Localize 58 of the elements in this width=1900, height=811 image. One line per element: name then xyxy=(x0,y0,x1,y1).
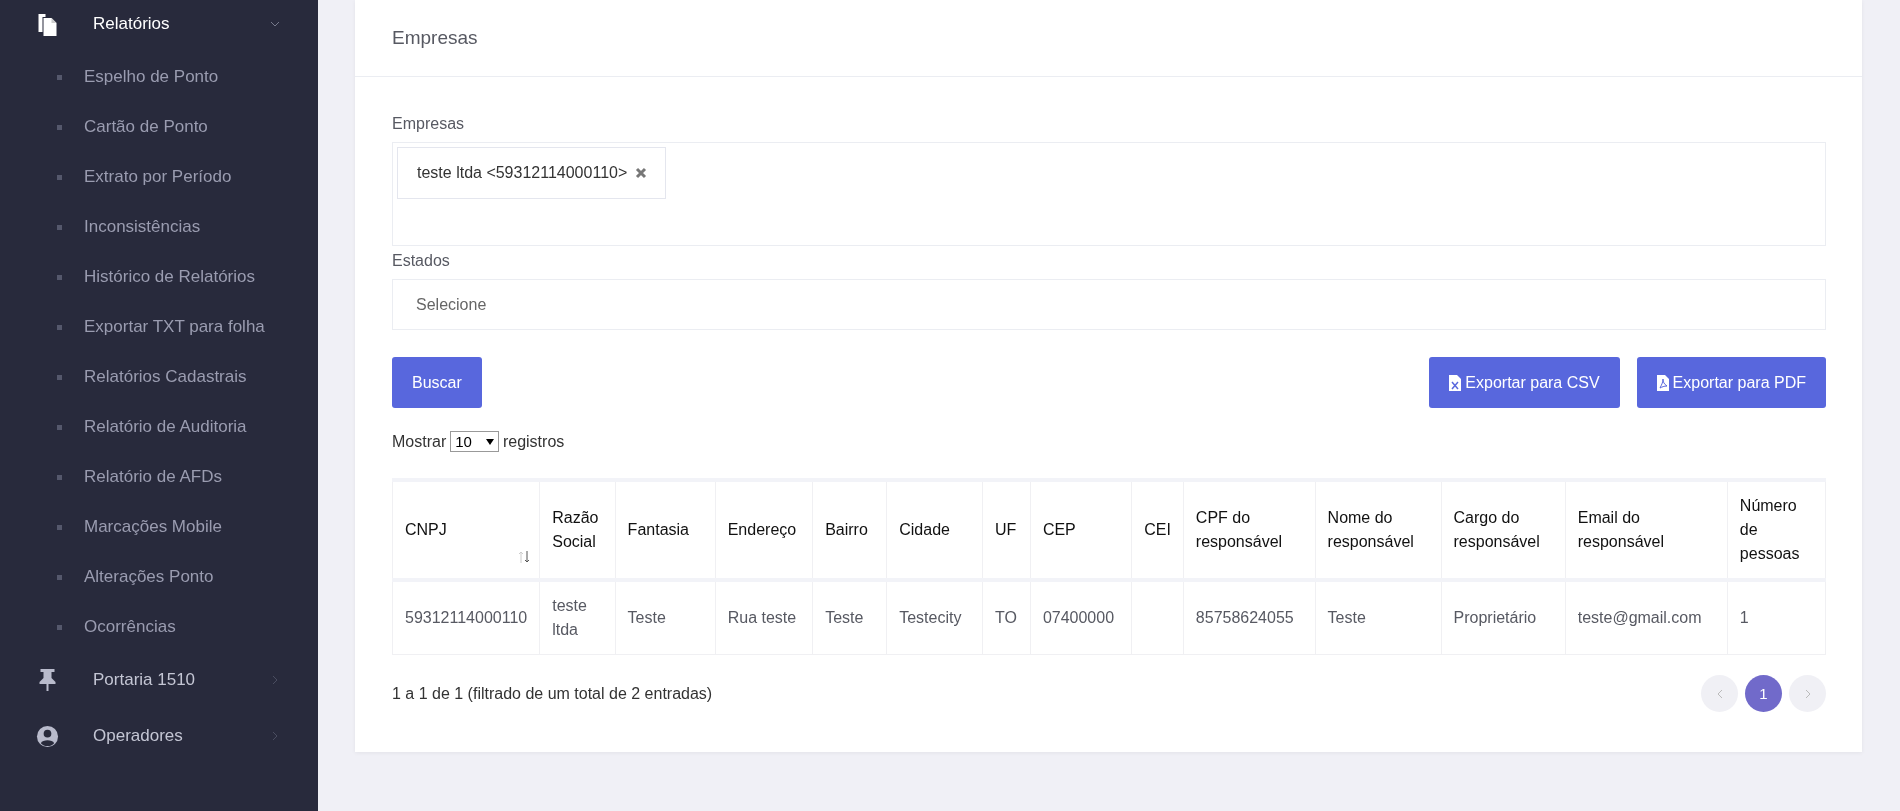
submenu-item[interactable]: Ocorrências xyxy=(0,602,318,652)
select-field[interactable]: Selecione xyxy=(392,279,1826,330)
records-label: registros xyxy=(502,432,565,451)
show-label: Mostrar xyxy=(392,432,447,451)
table-cell: 85758624055 xyxy=(1183,580,1316,655)
caret-down-icon xyxy=(485,438,494,445)
close-icon[interactable] xyxy=(635,167,648,179)
excel-file-icon xyxy=(1449,374,1462,391)
sidebar-item[interactable]: Operadores xyxy=(0,708,318,764)
table-cell: teste@gmail.com xyxy=(1565,580,1728,655)
table-cell: TO xyxy=(982,580,1031,655)
sidebar-item[interactable]: Relatórios xyxy=(0,6,318,42)
chevron-right-icon xyxy=(270,675,280,685)
page-button[interactable]: 1 xyxy=(1745,675,1782,712)
sidebar-label: Operadores xyxy=(93,726,184,746)
submenu-item[interactable]: Inconsistências xyxy=(0,202,318,252)
export-button[interactable]: Exportar para PDF xyxy=(1636,357,1826,408)
field-label: Empresas xyxy=(392,115,466,133)
table-cell: 1 xyxy=(1727,580,1826,655)
documents-icon xyxy=(36,12,59,36)
chevron-right-icon xyxy=(270,731,280,741)
chevron-right-icon xyxy=(1803,688,1812,699)
column-header[interactable]: CNPJ xyxy=(392,480,540,580)
table-info: 1 a 1 de 1 (filtrado de um total de 2 entradas) xyxy=(392,684,713,703)
sort-icon[interactable] xyxy=(517,550,532,564)
search-button[interactable]: Buscar xyxy=(392,357,482,408)
submenu-item[interactable]: Alterações Ponto xyxy=(0,552,318,602)
submenu-item[interactable]: Exportar TXT para folha xyxy=(0,302,318,352)
chevron-down-icon xyxy=(270,19,280,29)
table-cell: Teste xyxy=(1315,580,1441,655)
multi-select-field[interactable]: teste ltda <59312114000110> xyxy=(392,142,1826,246)
table-cell: teste ltda xyxy=(539,580,616,655)
selected-tag[interactable]: teste ltda <59312114000110> xyxy=(397,147,667,199)
sidebar-label: Portaria 1510 xyxy=(93,670,197,690)
submenu-item[interactable]: Espelho de Ponto xyxy=(0,52,318,102)
table-cell: 07400000 xyxy=(1030,580,1132,655)
submenu-item[interactable]: Relatório de AFDs xyxy=(0,452,318,502)
page-size-select[interactable]: 10 xyxy=(450,431,499,452)
sidebar-item[interactable]: Portaria 1510 xyxy=(0,652,318,708)
table-cell: Proprietário xyxy=(1441,580,1566,655)
export-button[interactable]: Exportar para CSV xyxy=(1429,357,1620,408)
table-cell: Teste xyxy=(812,580,887,655)
submenu-item[interactable]: Extrato por Período xyxy=(0,152,318,202)
submenu-item[interactable]: Marcações Mobile xyxy=(0,502,318,552)
table-cell: 59312114000110 xyxy=(392,580,540,655)
card-title: Empresas xyxy=(392,27,478,49)
submenu-item[interactable]: Histórico de Relatórios xyxy=(0,252,318,302)
submenu-item[interactable]: Relatório de Auditoria xyxy=(0,402,318,452)
user-circle-icon xyxy=(36,724,59,748)
table-cell: Teste xyxy=(615,580,716,655)
chevron-left-icon xyxy=(1715,688,1724,699)
submenu-item[interactable]: Relatórios Cadastrais xyxy=(0,352,318,402)
submenu-item[interactable]: Cartão de Ponto xyxy=(0,102,318,152)
sidebar-label: Relatórios xyxy=(93,14,171,34)
table-cell: Testecity xyxy=(886,580,983,655)
field-label: Estados xyxy=(392,252,451,270)
pdf-file-icon xyxy=(1656,374,1669,391)
table-cell: Rua teste xyxy=(715,580,813,655)
